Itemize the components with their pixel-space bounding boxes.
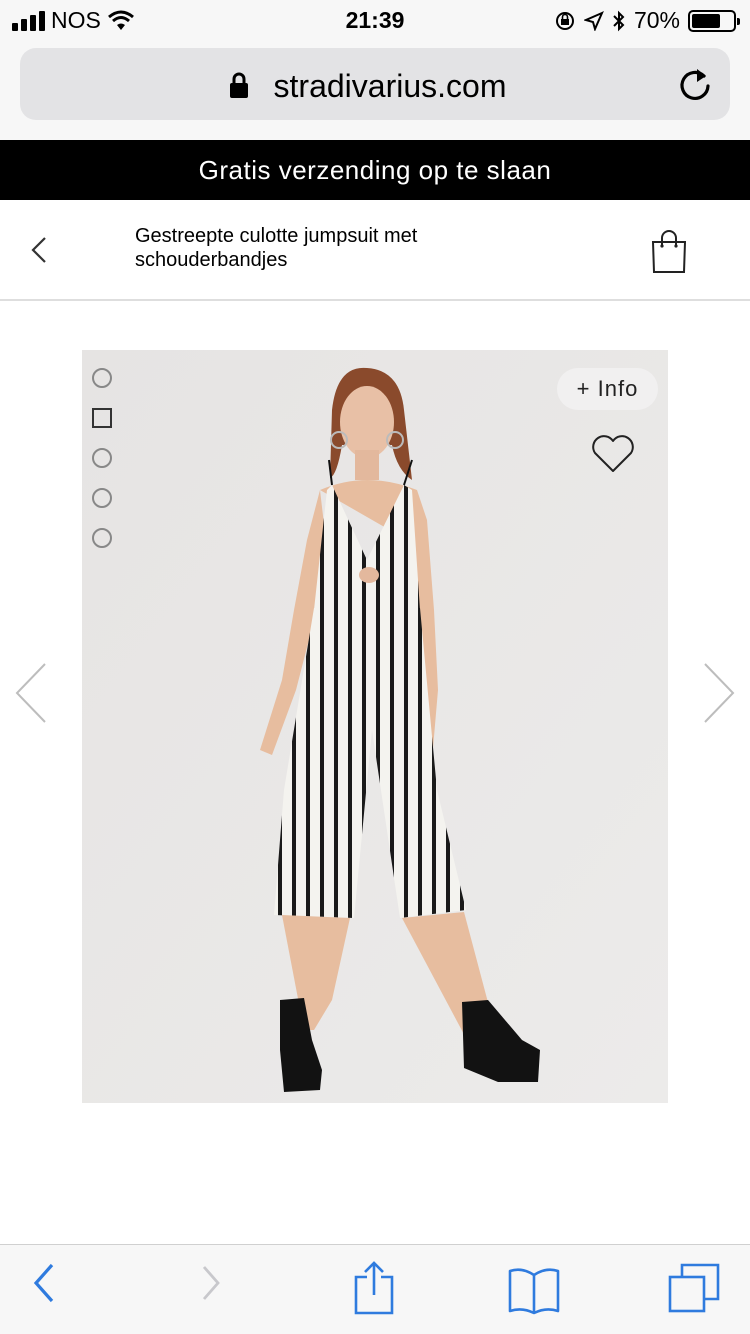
browser-forward-icon[interactable] <box>200 1263 224 1303</box>
rotation-lock-icon <box>555 11 574 30</box>
tabs-icon[interactable] <box>668 1263 720 1315</box>
chevron-right-icon[interactable] <box>702 662 736 724</box>
product-image-gallery[interactable]: + Info <box>82 350 668 1103</box>
status-right: 70% <box>554 7 740 34</box>
battery-percent: 70% <box>633 7 680 33</box>
browser-top-bar: stradivarius.com <box>0 40 750 140</box>
product-header: Gestreepte culotte jumpsuit met schouder… <box>0 200 750 301</box>
battery-icon <box>688 9 740 32</box>
browser-back-icon[interactable] <box>32 1263 56 1303</box>
reload-icon[interactable] <box>678 66 712 102</box>
image-indicator[interactable] <box>92 528 112 548</box>
location-icon <box>583 10 604 31</box>
product-title: Gestreepte culotte jumpsuit met schouder… <box>135 225 418 271</box>
bookmarks-icon[interactable] <box>508 1267 560 1315</box>
product-photo <box>82 350 668 1103</box>
browser-toolbar <box>0 1244 750 1334</box>
heart-icon[interactable] <box>590 434 636 474</box>
image-indicator-active[interactable] <box>92 408 112 428</box>
image-indicator[interactable] <box>92 448 112 468</box>
back-chevron-icon[interactable] <box>30 236 48 264</box>
chevron-left-icon[interactable] <box>14 662 48 724</box>
image-indicator[interactable] <box>92 488 112 508</box>
battery-fill <box>692 13 720 28</box>
promo-banner[interactable]: Gratis verzending op te slaan <box>0 140 750 200</box>
url-text: stradivarius.com <box>273 68 507 104</box>
info-button[interactable]: + Info <box>557 368 658 410</box>
image-indicator-list <box>92 368 112 568</box>
address-bar[interactable]: stradivarius.com <box>20 48 730 120</box>
shopping-bag-icon[interactable] <box>650 230 688 274</box>
share-icon[interactable] <box>354 1261 394 1315</box>
image-indicator[interactable] <box>92 368 112 388</box>
bluetooth-icon <box>613 10 625 31</box>
status-bar: NOS 21:39 70% <box>0 0 750 40</box>
